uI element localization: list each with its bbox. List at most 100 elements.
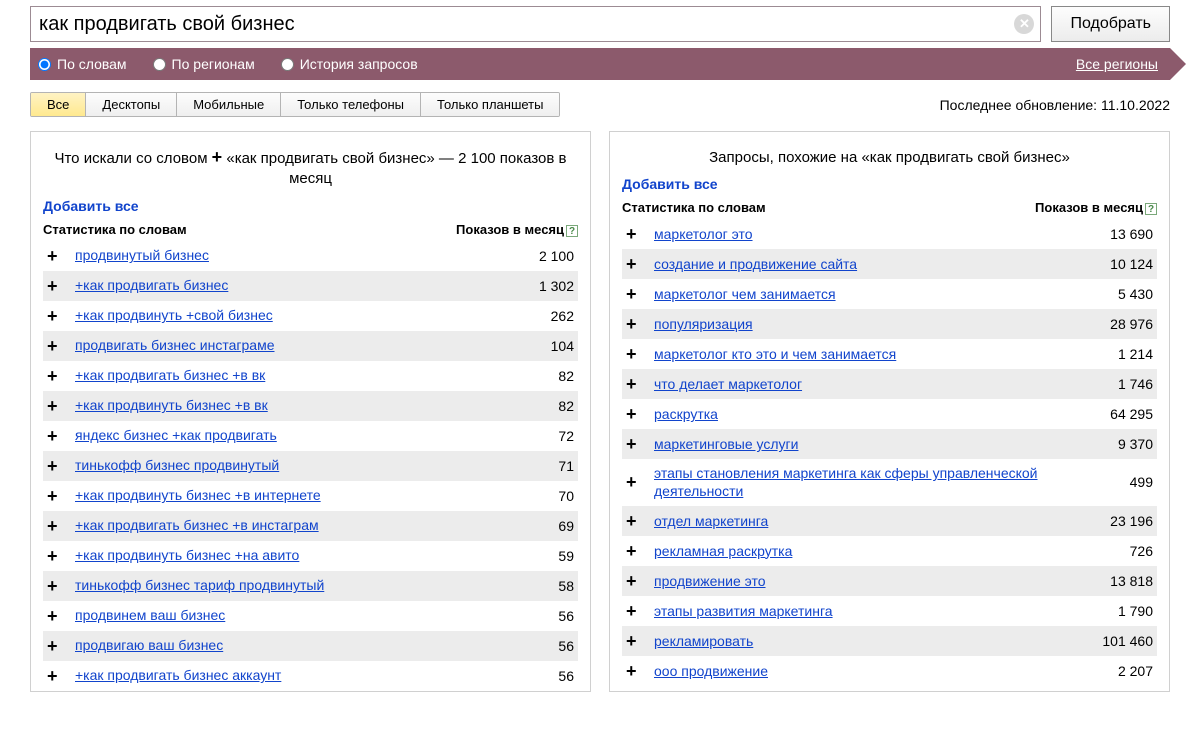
filter-radio-1[interactable]: По регионам [153, 56, 255, 72]
clear-icon[interactable]: ✕ [1014, 14, 1034, 34]
keyword-row: +рекламировать101 460 [622, 626, 1157, 656]
plus-icon[interactable]: + [47, 517, 65, 535]
help-icon[interactable]: ? [1145, 203, 1157, 215]
impressions-count: 499 [1130, 474, 1153, 490]
plus-icon[interactable]: + [626, 225, 644, 243]
impressions-count: 59 [558, 548, 574, 564]
keyword-link[interactable]: рекламировать [654, 632, 1102, 650]
keyword-row: +продвигать бизнес инстаграме104 [43, 331, 578, 361]
plus-icon[interactable]: + [47, 637, 65, 655]
add-all-link[interactable]: Добавить все [622, 176, 718, 192]
keyword-link[interactable]: отдел маркетинга [654, 512, 1110, 530]
plus-icon[interactable]: + [47, 667, 65, 685]
keyword-row: ++как продвинуть бизнес +в вк82 [43, 391, 578, 421]
keyword-link[interactable]: продвигаю ваш бизнес [75, 636, 558, 654]
plus-icon[interactable]: + [626, 632, 644, 650]
keyword-link[interactable]: создание и продвижение сайта [654, 255, 1110, 273]
add-all-link[interactable]: Добавить все [43, 198, 139, 214]
plus-icon[interactable]: + [626, 405, 644, 423]
header-stat: Статистика по словам [43, 222, 456, 237]
plus-icon[interactable]: + [47, 367, 65, 385]
impressions-count: 64 295 [1110, 406, 1153, 422]
plus-icon[interactable]: + [47, 487, 65, 505]
keyword-link[interactable]: что делает маркетолог [654, 375, 1118, 393]
plus-icon[interactable]: + [47, 337, 65, 355]
keyword-link[interactable]: +как продвигать бизнес аккаунт [75, 666, 558, 684]
keyword-link[interactable]: маркетолог кто это и чем занимается [654, 345, 1118, 363]
keyword-link[interactable]: тинькофф бизнес продвинутый [75, 456, 558, 474]
device-tab-3[interactable]: Только телефоны [281, 93, 421, 116]
keyword-link[interactable]: +как продвигать бизнес +в вк [75, 366, 558, 384]
plus-icon[interactable]: + [626, 572, 644, 590]
plus-icon[interactable]: + [626, 512, 644, 530]
keyword-link[interactable]: этапы развития маркетинга [654, 602, 1118, 620]
plus-icon[interactable]: + [626, 255, 644, 273]
help-icon[interactable]: ? [566, 225, 578, 237]
radio-input[interactable] [153, 58, 166, 71]
keyword-link[interactable]: +как продвинуть +свой бизнес [75, 306, 551, 324]
plus-icon[interactable]: + [626, 315, 644, 333]
keyword-link[interactable]: яндекс бизнес +как продвигать [75, 426, 558, 444]
keyword-row: + продвигаю ваш бизнес56 [43, 631, 578, 661]
filter-radio-0[interactable]: По словам [38, 56, 127, 72]
plus-icon[interactable]: + [47, 577, 65, 595]
keyword-row: +что делает маркетолог1 746 [622, 369, 1157, 399]
radio-input[interactable] [38, 58, 51, 71]
keyword-link[interactable]: этапы становления маркетинга как сферы у… [654, 464, 1130, 500]
plus-icon[interactable]: + [47, 547, 65, 565]
keyword-link[interactable]: рекламная раскрутка [654, 542, 1130, 560]
impressions-count: 56 [558, 668, 574, 684]
device-tab-4[interactable]: Только планшеты [421, 93, 559, 116]
plus-icon[interactable]: + [626, 473, 644, 491]
radio-input[interactable] [281, 58, 294, 71]
device-tab-2[interactable]: Мобильные [177, 93, 281, 116]
plus-icon[interactable]: + [626, 435, 644, 453]
plus-icon[interactable]: + [47, 307, 65, 325]
radio-label: История запросов [300, 56, 418, 72]
plus-icon[interactable]: + [47, 277, 65, 295]
submit-button[interactable]: Подобрать [1051, 6, 1170, 42]
keyword-link[interactable]: популяризация [654, 315, 1110, 333]
plus-icon[interactable]: + [626, 662, 644, 680]
keyword-link[interactable]: продвинем ваш бизнес [75, 606, 558, 624]
plus-icon[interactable]: + [47, 607, 65, 625]
keyword-link[interactable]: раскрутка [654, 405, 1110, 423]
plus-icon[interactable]: + [626, 375, 644, 393]
plus-icon[interactable]: + [47, 397, 65, 415]
keyword-link[interactable]: +как продвигать бизнес [75, 276, 539, 294]
regions-link[interactable]: Все регионы [1076, 56, 1158, 72]
filter-radio-2[interactable]: История запросов [281, 56, 418, 72]
keyword-link[interactable]: +как продвинуть бизнес +в интернете [75, 486, 558, 504]
plus-icon[interactable]: + [47, 427, 65, 445]
plus-icon[interactable]: + [626, 602, 644, 620]
plus-icon[interactable]: + [626, 542, 644, 560]
plus-icon[interactable]: + [47, 247, 65, 265]
plus-icon[interactable]: + [47, 457, 65, 475]
keyword-row: +ооо продвижение2 207 [622, 656, 1157, 686]
keyword-link[interactable]: продвинутый бизнес [75, 246, 539, 264]
keyword-row: +этапы развития маркетинга1 790 [622, 596, 1157, 626]
keyword-link[interactable]: +как продвинуть бизнес +на авито [75, 546, 558, 564]
keyword-link[interactable]: +как продвинуть бизнес +в вк [75, 396, 558, 414]
plus-icon[interactable]: + [626, 285, 644, 303]
plus-icon[interactable]: + [626, 345, 644, 363]
device-tab-0[interactable]: Все [31, 93, 86, 116]
keyword-row: +популяризация28 976 [622, 309, 1157, 339]
keyword-row: +отдел маркетинга23 196 [622, 506, 1157, 536]
device-tab-1[interactable]: Десктопы [86, 93, 177, 116]
impressions-count: 56 [558, 638, 574, 654]
impressions-count: 13 690 [1110, 226, 1153, 242]
keyword-link[interactable]: продвижение это [654, 572, 1110, 590]
keyword-link[interactable]: маркетолог чем занимается [654, 285, 1118, 303]
header-count: Показов в месяц? [1035, 200, 1157, 215]
filter-bar: По словам По регионам История запросов Все… [30, 48, 1170, 80]
keyword-link[interactable]: +как продвигать бизнес +в инстаграм [75, 516, 558, 534]
keyword-row: +рекламная раскрутка726 [622, 536, 1157, 566]
impressions-count: 82 [558, 368, 574, 384]
keyword-link[interactable]: продвигать бизнес инстаграме [75, 336, 551, 354]
keyword-link[interactable]: маркетолог это [654, 225, 1110, 243]
keyword-link[interactable]: ооо продвижение [654, 662, 1118, 680]
keyword-link[interactable]: маркетинговые услуги [654, 435, 1118, 453]
search-input[interactable] [31, 7, 1040, 41]
keyword-link[interactable]: тинькофф бизнес тариф продвинутый [75, 576, 558, 594]
